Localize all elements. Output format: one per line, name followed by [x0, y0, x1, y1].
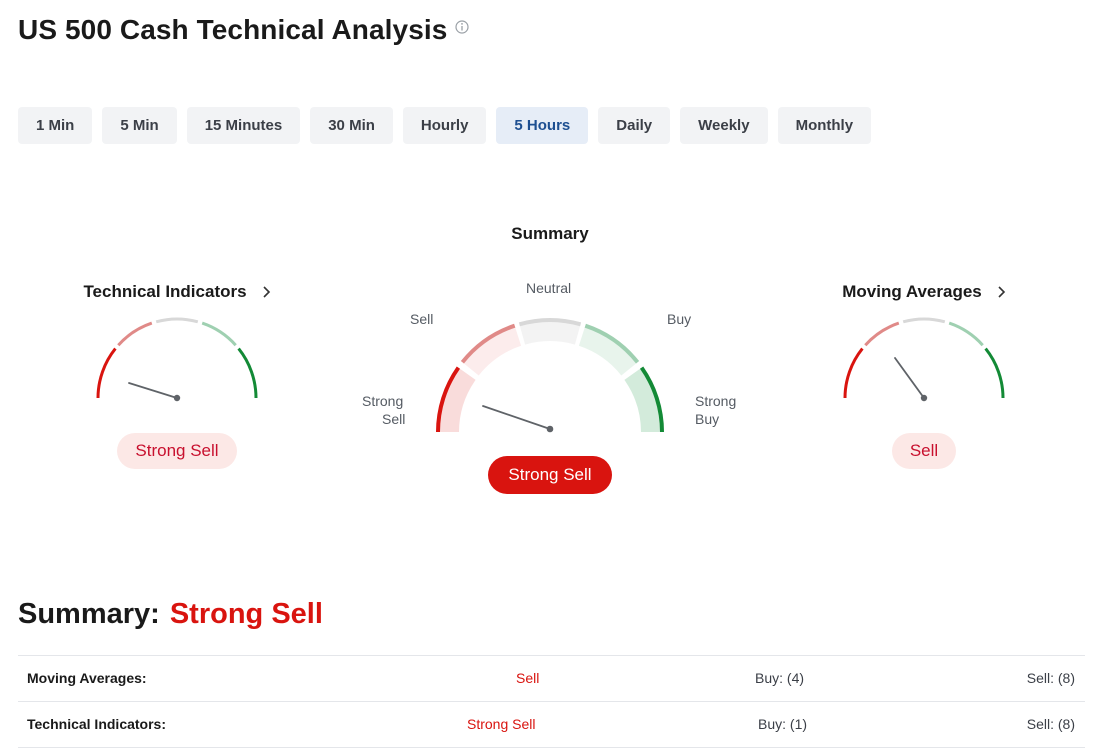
tab-1-min[interactable]: 1 Min [18, 107, 93, 144]
tab-5-hours[interactable]: 5 Hours [496, 107, 589, 144]
moving-averages-link[interactable]: Moving Averages [824, 282, 1024, 302]
tab-hourly[interactable]: Hourly [402, 107, 487, 144]
info-icon[interactable] [455, 20, 470, 34]
technical-indicators-title: Technical Indicators [83, 282, 247, 301]
timeframe-tabs: 1 Min 5 Min 15 Minutes 30 Min Hourly 5 H… [18, 107, 872, 144]
label-strong-sell-line2: Sell [382, 411, 406, 427]
row-name: Moving Averages: [27, 670, 147, 686]
row-name: Technical Indicators: [27, 716, 166, 732]
summary-heading-verdict: Strong Sell [169, 598, 323, 630]
moving-averages-title: Moving Averages [842, 282, 982, 301]
tab-monthly[interactable]: Monthly [777, 107, 872, 144]
row-sells: Sell: (8) [1026, 670, 1075, 686]
technical-indicators-gauge: Technical Indicators Strong Sell [77, 282, 277, 469]
tab-daily[interactable]: Daily [598, 107, 671, 144]
tab-weekly[interactable]: Weekly [680, 107, 768, 144]
moving-averages-gauge: Moving Averages Sell [824, 282, 1024, 469]
summary-verdict: Strong Sell [488, 456, 612, 494]
summary-heading-label: Summary: [18, 598, 160, 630]
summary-table: Moving Averages: Sell Buy: (4) Sell: (8)… [18, 655, 1085, 748]
table-row: Technical Indicators: Strong Sell Buy: (… [18, 701, 1085, 748]
row-action: Sell [516, 670, 540, 686]
label-strong-sell-line1: Strong [362, 393, 404, 409]
row-buys: Buy: (1) [758, 716, 808, 732]
chevron-right-icon [262, 286, 270, 298]
tab-5-min[interactable]: 5 Min [102, 107, 177, 144]
label-neutral: Neutral [526, 280, 572, 296]
summary-dial [436, 318, 664, 433]
summary-gauge-title: Summary [511, 224, 589, 243]
moving-averages-dial [843, 317, 1005, 402]
technical-indicators-dial [96, 317, 258, 402]
summary-heading: Summary: Strong Sell [18, 598, 323, 631]
summary-gauge: Summary Neutral Sell Buy Strong Sell Str… [350, 224, 750, 504]
chevron-right-icon [998, 286, 1005, 298]
technical-indicators-link[interactable]: Technical Indicators [77, 282, 277, 302]
label-strong-buy-line2: Buy [695, 411, 720, 427]
tab-15-minutes[interactable]: 15 Minutes [186, 107, 301, 144]
page-header: US 500 Cash Technical Analysis [18, 14, 470, 46]
label-strong-buy-line1: Strong [695, 393, 737, 409]
table-row: Moving Averages: Sell Buy: (4) Sell: (8) [18, 655, 1085, 701]
row-buys: Buy: (4) [755, 670, 805, 686]
moving-averages-verdict: Sell [891, 433, 957, 469]
tab-30-min[interactable]: 30 Min [310, 107, 393, 144]
page-title: US 500 Cash Technical Analysis [18, 14, 448, 45]
technical-indicators-verdict: Strong Sell [117, 433, 237, 469]
row-action: Strong Sell [467, 716, 536, 732]
row-sells: Sell: (8) [1026, 716, 1075, 732]
